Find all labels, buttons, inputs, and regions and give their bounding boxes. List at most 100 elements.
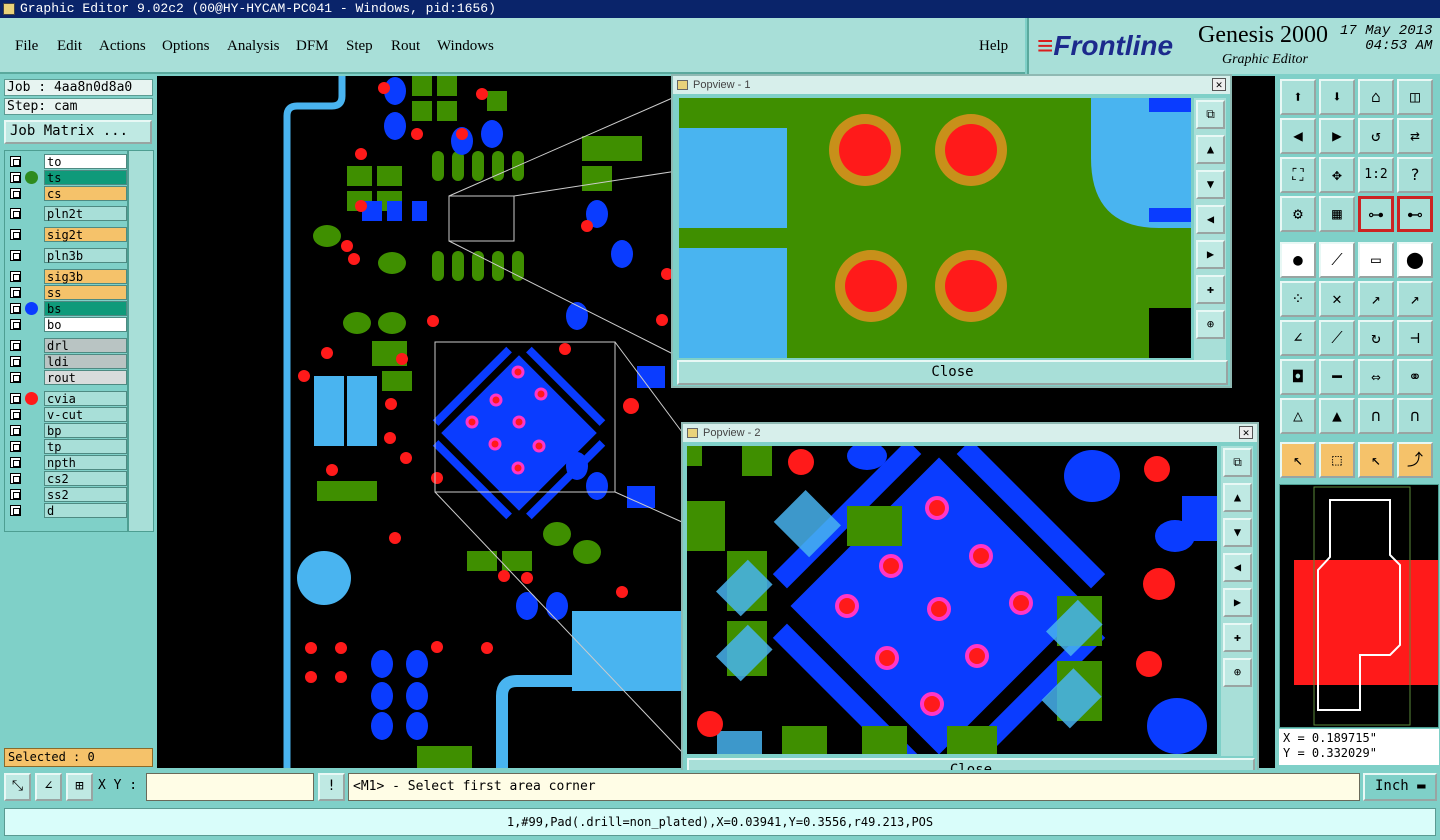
layer-checkbox[interactable] — [10, 473, 21, 484]
angle-icon[interactable]: ∠ — [1280, 320, 1316, 356]
pan-right-icon[interactable]: ▶ — [1319, 118, 1355, 154]
alert-icon[interactable]: ! — [318, 773, 345, 801]
layer-name[interactable]: ss2 — [44, 487, 127, 502]
layer-row-ss[interactable]: ss — [8, 285, 127, 300]
menu-analysis[interactable]: Analysis — [227, 38, 280, 55]
popview-zoom-fit-button[interactable]: ⧉ — [1223, 448, 1252, 477]
grid-icon[interactable]: ▦ — [1319, 196, 1355, 232]
popview-pan-left-button[interactable]: ◀ — [1223, 553, 1252, 582]
select-path-icon[interactable]: ⤴ — [1397, 442, 1433, 478]
layer-name[interactable]: npth — [44, 455, 127, 470]
layer-row-bp[interactable]: bp — [8, 423, 127, 438]
help-icon[interactable]: ? — [1397, 157, 1433, 193]
popview-pan-right-button[interactable]: ▶ — [1196, 240, 1225, 269]
layer-row-bo[interactable]: bo — [8, 317, 127, 332]
layer-list-scrollbar[interactable] — [128, 150, 154, 532]
menu-step[interactable]: Step — [346, 38, 373, 55]
layer-name[interactable]: tp — [44, 439, 127, 454]
layer-row-drl[interactable]: drl — [8, 338, 127, 353]
layer-row-cs[interactable]: cs — [8, 186, 127, 201]
triangle-blue-icon[interactable]: ▲ — [1319, 398, 1355, 434]
layer-checkbox[interactable] — [10, 505, 21, 516]
layer-row-pln3b[interactable]: pln3b — [8, 248, 127, 263]
units-select[interactable]: Inch ▬ — [1363, 773, 1437, 801]
layer-row-cs2[interactable]: cs2 — [8, 471, 127, 486]
menu-windows[interactable]: Windows — [437, 38, 494, 55]
popview-1-canvas[interactable] — [679, 98, 1191, 358]
popview-zoom-out-button[interactable]: ⊕ — [1223, 658, 1252, 687]
split-view-icon[interactable]: ◫ — [1397, 79, 1433, 115]
popview-pan-right-button[interactable]: ▶ — [1223, 588, 1252, 617]
layer-name[interactable]: bp — [44, 423, 127, 438]
popview-pan-left-button[interactable]: ◀ — [1196, 205, 1225, 234]
zoom-home-icon[interactable]: ⬆ — [1280, 79, 1316, 115]
drill-icon[interactable]: ⚭ — [1397, 359, 1433, 395]
layer-name[interactable]: drl — [44, 338, 127, 353]
layer-name[interactable]: sig2t — [44, 227, 127, 242]
route-icon[interactable]: ↗ — [1358, 281, 1394, 317]
redraw-icon[interactable]: ↺ — [1358, 118, 1394, 154]
layer-row-sig2t[interactable]: sig2t — [8, 227, 127, 242]
grid-snap-icon[interactable]: ⊞ — [66, 773, 93, 801]
layer-checkbox[interactable] — [10, 409, 21, 420]
layer-name[interactable]: ts — [44, 170, 127, 185]
zoom-down-icon[interactable]: ⬇ — [1319, 79, 1355, 115]
layer-checkbox[interactable] — [10, 271, 21, 282]
popview-pan-up-button[interactable]: ▲ — [1223, 483, 1252, 512]
scale-icon[interactable]: 1:2 — [1358, 157, 1394, 193]
layer-name[interactable]: sig3b — [44, 269, 127, 284]
layer-name[interactable]: to — [44, 154, 127, 169]
layer-row-rout[interactable]: rout — [8, 370, 127, 385]
layer-row-tp[interactable]: tp — [8, 439, 127, 454]
popview-1-titlebar[interactable]: Popview - 1 — [673, 76, 1230, 94]
layer-checkbox[interactable] — [10, 393, 21, 404]
popview-1-close-button[interactable]: Close — [677, 360, 1228, 385]
popview-1-window[interactable]: Popview - 1 ✕ ⧉ ▲ ▼ ◀ ▶ ✚ ⊕ Close — [671, 74, 1232, 388]
zoom-fit-icon[interactable]: ⛶ — [1280, 157, 1316, 193]
layer-name[interactable]: cs — [44, 186, 127, 201]
center-icon[interactable]: ✥ — [1319, 157, 1355, 193]
measure-icon[interactable]: ⇔ — [1358, 359, 1394, 395]
popview-zoom-in-button[interactable]: ✚ — [1196, 275, 1225, 304]
layer-row-ss2[interactable]: ss2 — [8, 487, 127, 502]
popview-2-titlebar[interactable]: Popview - 2 — [683, 424, 1257, 442]
settings-icon[interactable]: ⚙ — [1280, 196, 1316, 232]
menu-dfm[interactable]: DFM — [296, 38, 329, 55]
layer-name[interactable]: cs2 — [44, 471, 127, 486]
xy-input[interactable] — [146, 773, 314, 801]
menu-edit[interactable]: Edit — [57, 38, 82, 55]
layer-name[interactable]: rout — [44, 370, 127, 385]
arc-icon[interactable]: ↻ — [1358, 320, 1394, 356]
layer-row-v-cut[interactable]: v-cut — [8, 407, 127, 422]
cross-icon[interactable]: ✕ — [1319, 281, 1355, 317]
triangle-icon[interactable]: △ — [1280, 398, 1316, 434]
overview-map[interactable] — [1279, 484, 1439, 728]
popview-zoom-fit-button[interactable]: ⧉ — [1196, 100, 1225, 129]
layer-checkbox[interactable] — [10, 172, 21, 183]
layer-checkbox[interactable] — [10, 489, 21, 500]
layer-name[interactable]: ldi — [44, 354, 127, 369]
popview-2-window[interactable]: Popview - 2 ✕ ⧉ ▲ ▼ ◀ ▶ ✚ ⊕ — [681, 422, 1259, 786]
popview-pan-down-button[interactable]: ▼ — [1196, 170, 1225, 199]
add-pad-icon[interactable]: ● — [1280, 242, 1316, 278]
layer-checkbox[interactable] — [10, 287, 21, 298]
net-select-icon[interactable]: ⊷ — [1397, 196, 1433, 232]
layer-checkbox[interactable] — [10, 188, 21, 199]
fillet-icon[interactable]: ⊣ — [1397, 320, 1433, 356]
layer-checkbox[interactable] — [10, 319, 21, 330]
layer-row-bs[interactable]: bs — [8, 301, 127, 316]
arch-icon[interactable]: ∩ — [1358, 398, 1394, 434]
layer-row-ts[interactable]: ts — [8, 170, 127, 185]
popview-zoom-in-button[interactable]: ✚ — [1223, 623, 1252, 652]
layer-checkbox[interactable] — [10, 356, 21, 367]
popview-1-close-icon[interactable]: ✕ — [1212, 78, 1226, 91]
popview-2-canvas[interactable] — [687, 446, 1217, 754]
select-net-icon[interactable]: ↖ — [1358, 442, 1394, 478]
home-icon[interactable]: ⌂ — [1358, 79, 1394, 115]
layer-checkbox[interactable] — [10, 441, 21, 452]
job-matrix-button[interactable]: Job Matrix ... — [4, 120, 152, 144]
layer-row-to[interactable]: to — [8, 154, 127, 169]
layer-checkbox[interactable] — [10, 340, 21, 351]
layer-row-ldi[interactable]: ldi — [8, 354, 127, 369]
layer-row-pln2t[interactable]: pln2t — [8, 206, 127, 221]
